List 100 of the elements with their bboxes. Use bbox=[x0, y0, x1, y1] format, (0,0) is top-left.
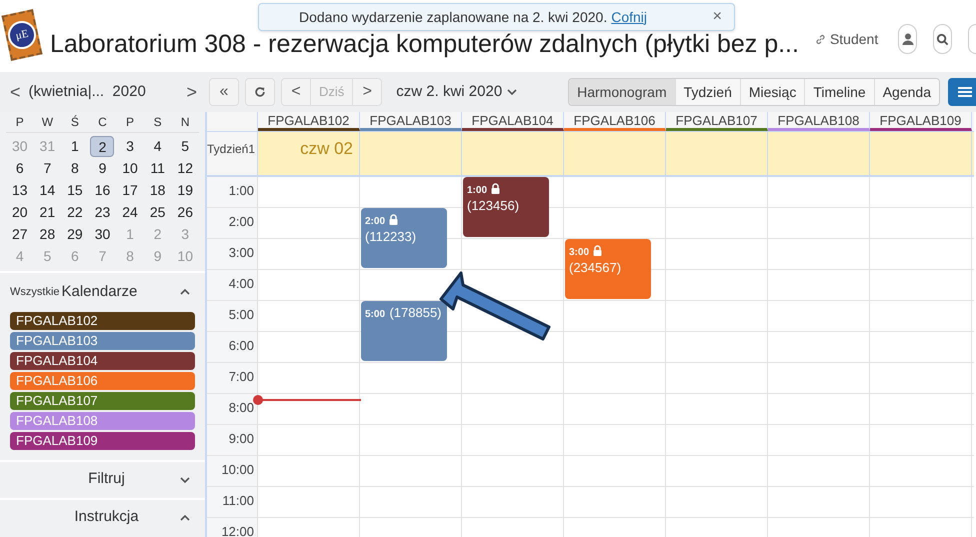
view-tab[interactable]: Tydzień bbox=[674, 79, 740, 105]
weekday-label: C bbox=[97, 114, 108, 131]
refresh-button[interactable] bbox=[245, 78, 275, 106]
date-dropdown[interactable]: czw 2. kwi 2020 bbox=[396, 80, 518, 104]
day-cell[interactable]: 20 bbox=[8, 202, 32, 222]
next-month-button[interactable]: > bbox=[186, 78, 197, 106]
weekday-label: P bbox=[14, 114, 25, 131]
hour-label: 4:00 bbox=[228, 276, 254, 291]
day-cell[interactable]: 4 bbox=[146, 136, 170, 156]
day-cell[interactable]: 28 bbox=[35, 224, 60, 244]
hour-label: 2:00 bbox=[228, 214, 254, 229]
day-cell[interactable]: 1 bbox=[62, 136, 87, 156]
weekday-label: S bbox=[152, 114, 163, 131]
event-block[interactable]: 2:00 (112233) bbox=[361, 208, 447, 268]
event-label: (112233) bbox=[365, 229, 418, 244]
menu-button[interactable] bbox=[948, 78, 976, 106]
hour-label: 6:00 bbox=[228, 338, 254, 353]
view-tab[interactable]: Miesiąc bbox=[740, 79, 804, 105]
day-cell[interactable]: 11 bbox=[146, 158, 170, 178]
day-cell[interactable]: 7 bbox=[35, 158, 60, 178]
page-title: Laboratorium 308 - rezerwacja komputerów zdalnych (płytki bez p... bbox=[50, 29, 799, 60]
day-cell[interactable]: 9 bbox=[90, 158, 114, 178]
day-cell[interactable]: 21 bbox=[35, 202, 60, 222]
previous-month-button[interactable]: < bbox=[10, 78, 21, 106]
day-cell[interactable]: 8 bbox=[62, 158, 87, 178]
section-title[interactable]: Instrukcja bbox=[10, 506, 179, 529]
week-label: Tydzień1 bbox=[207, 141, 256, 158]
day-cell[interactable]: 26 bbox=[173, 202, 198, 222]
view-tab[interactable]: Harmonogram bbox=[569, 79, 675, 105]
hour-label: 8:00 bbox=[228, 400, 254, 415]
event-label: (234567) bbox=[569, 260, 622, 275]
view-tab[interactable]: Agenda bbox=[874, 79, 939, 105]
undo-link[interactable]: Cofnij bbox=[611, 6, 648, 28]
lock-icon bbox=[389, 214, 398, 225]
day-cell[interactable]: 19 bbox=[173, 180, 198, 200]
day-cell[interactable]: 10 bbox=[118, 158, 142, 178]
day-cell[interactable]: 2 bbox=[90, 136, 114, 156]
hour-label: 1:00 bbox=[228, 183, 254, 198]
weekday-label: P bbox=[125, 114, 136, 131]
day-cell[interactable]: 16 bbox=[90, 180, 114, 200]
section-title[interactable]: Filtruj bbox=[10, 468, 179, 491]
event-time: 2:00 bbox=[365, 214, 398, 229]
day-cell[interactable]: 5 bbox=[173, 136, 198, 156]
day-cell[interactable]: 30 bbox=[90, 224, 114, 244]
hour-label: 11:00 bbox=[222, 493, 254, 508]
calendar-item[interactable]: FPGALAB107 bbox=[10, 392, 195, 410]
day-cell[interactable]: 15 bbox=[62, 180, 87, 200]
toast-message: Dodano wydarzenie zaplanowane na 2. kwi 2020. bbox=[299, 8, 608, 27]
month-label: (kwietnia|... 2020 bbox=[28, 82, 147, 102]
hour-label: 12:00 bbox=[221, 524, 254, 537]
hour-label: 9:00 bbox=[228, 431, 254, 446]
day-cell[interactable]: 22 bbox=[62, 202, 87, 222]
lock-icon bbox=[491, 183, 500, 194]
calendar-item[interactable]: FPGALAB104 bbox=[10, 352, 195, 370]
day-cell[interactable]: 29 bbox=[62, 224, 87, 244]
close-button[interactable]: × bbox=[712, 5, 722, 29]
event-time: 1:00 bbox=[467, 183, 500, 198]
next-day-button[interactable]: > bbox=[353, 79, 382, 105]
refresh-icon bbox=[254, 85, 266, 99]
menu-icon bbox=[958, 86, 972, 98]
event-block[interactable]: 5:00 (178855) bbox=[361, 301, 447, 361]
day-cell[interactable]: 18 bbox=[146, 180, 170, 200]
day-cell[interactable]: 14 bbox=[35, 180, 60, 200]
day-cell[interactable]: 24 bbox=[118, 202, 142, 222]
weekday-label: Ś bbox=[70, 114, 80, 131]
day-label: czw 02 bbox=[300, 138, 353, 160]
day-cell[interactable]: 6 bbox=[8, 158, 32, 178]
day-cell[interactable]: 3 bbox=[118, 136, 142, 156]
day-cell[interactable]: 12 bbox=[173, 158, 198, 178]
user-icon bbox=[900, 32, 915, 46]
event-time: 3:00 bbox=[569, 245, 602, 260]
lock-icon bbox=[593, 245, 602, 256]
first-page-button[interactable]: « bbox=[209, 78, 239, 106]
all-calendars-toggle[interactable]: Wszystkie bbox=[10, 284, 60, 300]
hour-label: 5:00 bbox=[228, 307, 254, 322]
day-cell[interactable]: 25 bbox=[146, 202, 170, 222]
calendar-item[interactable]: FPGALAB103 bbox=[10, 332, 195, 350]
student-link[interactable]: Student bbox=[814, 28, 878, 50]
calendar-item[interactable]: FPGALAB102 bbox=[10, 312, 195, 330]
logo: μE bbox=[2, 9, 42, 61]
calendar-item[interactable]: FPGALAB109 bbox=[10, 432, 195, 450]
view-tab[interactable]: Timeline bbox=[804, 79, 874, 105]
day-cell[interactable]: 17 bbox=[118, 180, 142, 200]
previous-day-button[interactable]: < bbox=[282, 79, 310, 105]
event-label: (178855) bbox=[389, 305, 442, 320]
event-label: (123456) bbox=[467, 198, 520, 213]
user-button[interactable] bbox=[898, 24, 918, 54]
search-button[interactable] bbox=[933, 24, 952, 54]
hour-label: 10:00 bbox=[221, 462, 254, 477]
day-cell[interactable]: 13 bbox=[8, 180, 32, 200]
hour-label: 3:00 bbox=[228, 245, 254, 260]
section-title: Kalendarze bbox=[62, 282, 138, 302]
hour-label: 7:00 bbox=[228, 369, 254, 384]
event-time: 5:00 bbox=[365, 309, 386, 320]
day-cell[interactable]: 23 bbox=[90, 202, 114, 222]
link-icon bbox=[814, 34, 826, 44]
day-cell[interactable]: 27 bbox=[8, 224, 32, 244]
event-block[interactable]: 1:00 (123456) bbox=[463, 177, 549, 237]
weekday-label: N bbox=[180, 114, 191, 131]
search-icon bbox=[936, 32, 950, 46]
